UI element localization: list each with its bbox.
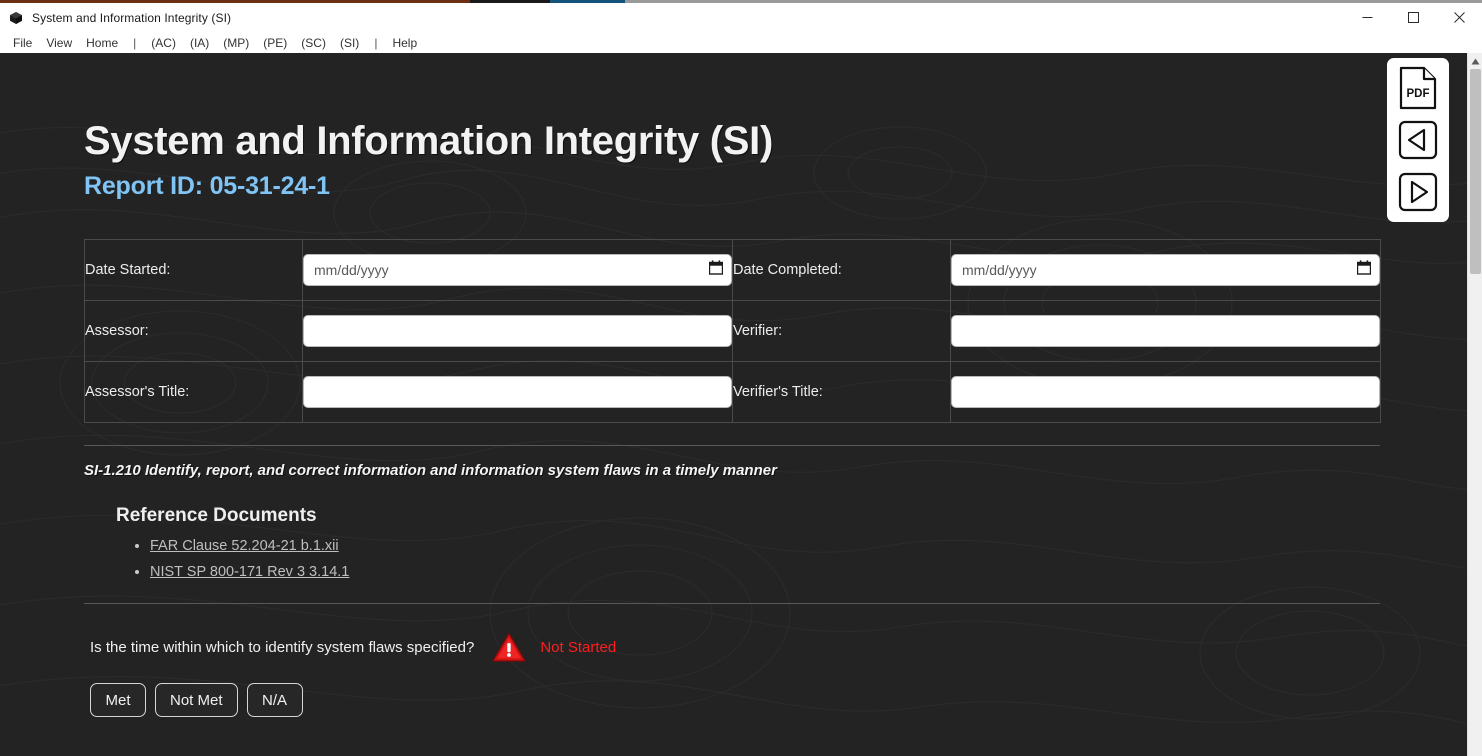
window-title: System and Information Integrity (SI) [32, 10, 232, 25]
date-completed-cell: mm/dd/yyyy [950, 239, 1381, 301]
date-started-wrapper: mm/dd/yyyy [303, 254, 732, 286]
maximize-button[interactable] [1390, 3, 1436, 32]
document-page: System and Information Integrity (SI) Re… [0, 53, 1467, 756]
vertical-scrollbar[interactable] [1467, 53, 1482, 756]
action-rail: PDF [1387, 58, 1449, 222]
assessor-input[interactable] [303, 315, 732, 347]
status-badge: Not Started [540, 639, 617, 656]
pdf-button[interactable]: PDF [1396, 66, 1440, 110]
reference-link-nist-sp[interactable]: NIST SP 800-171 Rev 3 3.14.1 [150, 564, 349, 580]
scrollbar-up-arrow-icon[interactable] [1468, 53, 1482, 69]
date-started-input[interactable] [303, 254, 732, 286]
reference-link-far-clause[interactable]: FAR Clause 52.204-21 b.1.xii [150, 538, 339, 554]
verifier-cell [950, 300, 1381, 362]
window-titlebar: System and Information Integrity (SI) [0, 3, 1482, 32]
menu-item-home[interactable]: Home [79, 34, 125, 52]
scrollbar-thumb[interactable] [1470, 69, 1481, 274]
date-started-cell: mm/dd/yyyy [302, 239, 733, 301]
reference-documents-heading: Reference Documents [116, 505, 317, 526]
list-item: NIST SP 800-171 Rev 3 3.14.1 [150, 563, 1383, 581]
date-completed-label: Date Completed: [732, 239, 951, 301]
menu-item-ac[interactable]: (AC) [144, 34, 183, 52]
menu-item-sc[interactable]: (SC) [294, 34, 333, 52]
menu-item-file[interactable]: File [6, 34, 39, 52]
date-completed-input[interactable] [951, 254, 1380, 286]
list-item: FAR Clause 52.204-21 b.1.xii [150, 537, 1383, 555]
answer-button-group: Met Not Met N/A [84, 683, 1383, 717]
menu-item-ia[interactable]: (IA) [183, 34, 216, 52]
divider-above-control [84, 445, 1380, 446]
menu-item-mp[interactable]: (MP) [216, 34, 256, 52]
verifier-title-cell [950, 361, 1381, 423]
question-row: Is the time within which to identify sys… [84, 632, 1383, 663]
previous-button[interactable] [1396, 118, 1440, 162]
verifier-label: Verifier: [732, 300, 951, 362]
divider-above-question [84, 603, 1380, 604]
table-row: Assessor's Title: Verifier's Title: [84, 361, 1381, 423]
assessor-label: Assessor: [84, 300, 303, 362]
answer-met-button[interactable]: Met [90, 683, 146, 717]
assessment-info-table: Date Started: mm/dd/yyyy Date Completed:… [84, 239, 1381, 423]
date-completed-wrapper: mm/dd/yyyy [951, 254, 1380, 286]
close-button[interactable] [1436, 3, 1482, 32]
minimize-button[interactable] [1344, 3, 1390, 32]
menubar: File View Home | (AC) (IA) (MP) (PE) (SC… [0, 32, 1482, 53]
menu-item-help[interactable]: Help [385, 34, 424, 52]
assessor-cell [302, 300, 733, 362]
verifier-input[interactable] [951, 315, 1380, 347]
table-row: Assessor: Verifier: [84, 300, 1381, 362]
menu-separator-2: | [374, 35, 378, 50]
page-content: System and Information Integrity (SI) Re… [0, 53, 1467, 756]
warning-triangle-icon [492, 632, 526, 663]
verifier-title-input[interactable] [951, 376, 1380, 408]
next-button[interactable] [1396, 170, 1440, 214]
reference-documents-list: FAR Clause 52.204-21 b.1.xii NIST SP 800… [116, 537, 1383, 581]
assessor-title-input[interactable] [303, 376, 732, 408]
answer-not-met-button[interactable]: Not Met [155, 683, 238, 717]
svg-text:PDF: PDF [1407, 88, 1430, 100]
menu-separator-1: | [133, 35, 137, 50]
date-started-label: Date Started: [84, 239, 303, 301]
verifier-title-label: Verifier's Title: [732, 361, 951, 423]
cube-icon [9, 11, 23, 25]
question-text: Is the time within which to identify sys… [90, 639, 475, 656]
menu-item-pe[interactable]: (PE) [256, 34, 294, 52]
assessor-title-label: Assessor's Title: [84, 361, 303, 423]
window-controls [1344, 3, 1482, 32]
answer-na-button[interactable]: N/A [246, 683, 303, 717]
menu-item-si[interactable]: (SI) [333, 34, 366, 52]
menu-item-view[interactable]: View [39, 34, 79, 52]
page-title: System and Information Integrity (SI) [84, 119, 773, 163]
table-row: Date Started: mm/dd/yyyy Date Completed:… [84, 239, 1381, 301]
control-statement: SI-1.210 Identify, report, and correct i… [84, 462, 777, 479]
report-id-label: Report ID: 05-31-24-1 [84, 172, 330, 200]
reference-documents-block: Reference Documents FAR Clause 52.204-21… [84, 505, 1383, 581]
assessor-title-cell [302, 361, 733, 423]
